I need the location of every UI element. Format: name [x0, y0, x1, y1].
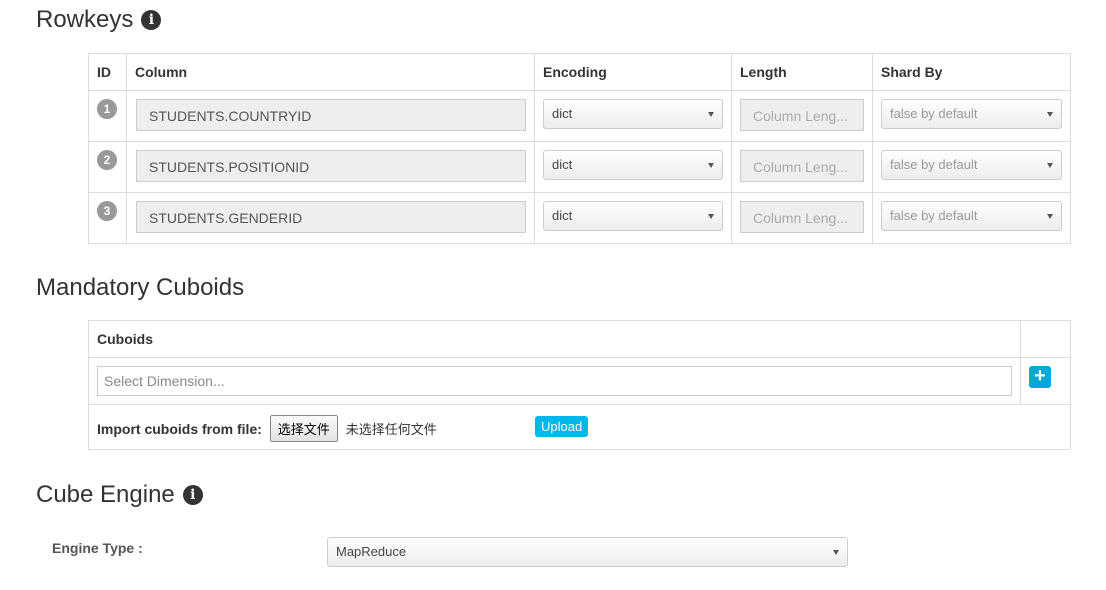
caret-down-icon — [708, 112, 714, 117]
header-encoding: Encoding — [534, 53, 732, 91]
caret-down-icon — [1047, 214, 1053, 219]
caret-down-icon — [1047, 163, 1053, 168]
mandatory-cuboids-title: Mandatory Cuboids — [36, 276, 244, 300]
info-icon[interactable]: i — [182, 485, 203, 505]
column-field: STUDENTS.COUNTRYID — [136, 99, 526, 131]
file-status: 未选择任何文件 — [345, 422, 437, 438]
row-id-badge: 2 — [97, 150, 117, 170]
shard-by-select-value: false by default — [890, 157, 978, 172]
caret-down-icon — [708, 214, 714, 219]
cube-engine-title-text: Cube Engine — [36, 481, 175, 508]
header-shard-by: Shard By — [872, 53, 1071, 91]
engine-type-label: Engine Type : — [52, 540, 143, 556]
engine-type-value: MapReduce — [336, 544, 407, 559]
cuboid-input-row: Select Dimension... + — [88, 357, 1071, 405]
header-length: Length — [731, 53, 873, 91]
caret-down-icon — [833, 550, 839, 555]
encoding-select[interactable]: dict — [543, 201, 723, 231]
cuboids-header-row: Cuboids — [88, 320, 1071, 358]
shard-by-select[interactable]: false by default — [881, 99, 1062, 129]
column-field: STUDENTS.POSITIONID — [136, 150, 526, 182]
row-id-badge: 3 — [97, 201, 117, 221]
choose-file-button[interactable]: 选择文件 — [269, 415, 338, 442]
mandatory-cuboids-title-text: Mandatory Cuboids — [36, 274, 245, 301]
encoding-select-value: dict — [552, 106, 573, 121]
caret-down-icon — [708, 163, 714, 168]
header-id: ID — [88, 53, 127, 91]
encoding-select[interactable]: dict — [543, 99, 723, 129]
column-field: STUDENTS.GENDERID — [136, 201, 526, 233]
rowkeys-title: Rowkeys i — [36, 6, 162, 33]
table-row: 2 STUDENTS.POSITIONID dict Column Leng..… — [88, 141, 1071, 193]
import-row: Import cuboids from file: 选择文件 未选择任何文件 U… — [88, 404, 1071, 450]
rowkeys-header-row: ID Column Encoding Length Shard By — [88, 53, 1071, 91]
info-icon[interactable]: i — [141, 10, 162, 30]
table-row: 1 STUDENTS.COUNTRYID dict Column Leng...… — [88, 90, 1071, 142]
engine-type-select[interactable]: MapReduce — [327, 537, 848, 567]
add-cuboid-button[interactable]: + — [1029, 366, 1051, 388]
row-id-badge: 1 — [97, 99, 117, 119]
import-cuboids-label: Import cuboids from file: — [97, 421, 262, 438]
cube-engine-title: Cube Engine i — [36, 483, 203, 507]
plus-icon: + — [1034, 365, 1046, 387]
encoding-select[interactable]: dict — [543, 150, 723, 180]
shard-by-select-value: false by default — [890, 106, 978, 121]
table-row: 3 STUDENTS.GENDERID dict Column Leng... … — [88, 192, 1071, 244]
length-input[interactable]: Column Leng... — [740, 201, 864, 233]
length-input[interactable]: Column Leng... — [740, 150, 864, 182]
encoding-select-value: dict — [552, 208, 573, 223]
shard-by-select[interactable]: false by default — [881, 201, 1062, 231]
cuboids-table: Cuboids Select Dimension... + Import cub… — [88, 320, 1071, 450]
rowkeys-table: ID Column Encoding Length Shard By 1 STU… — [88, 53, 1071, 244]
encoding-select-value: dict — [552, 157, 573, 172]
header-column: Column — [126, 53, 535, 91]
header-cuboids: Cuboids — [88, 320, 1021, 358]
upload-button[interactable]: Upload — [535, 416, 589, 437]
caret-down-icon — [1047, 112, 1053, 117]
shard-by-select[interactable]: false by default — [881, 150, 1062, 180]
select-dimension-input[interactable]: Select Dimension... — [97, 366, 1012, 396]
import-cuboids-row: Import cuboids from file: 选择文件 未选择任何文件 U… — [89, 405, 1070, 449]
rowkeys-title-text: Rowkeys — [36, 6, 134, 33]
shard-by-select-value: false by default — [890, 208, 978, 223]
length-input[interactable]: Column Leng... — [740, 99, 864, 131]
